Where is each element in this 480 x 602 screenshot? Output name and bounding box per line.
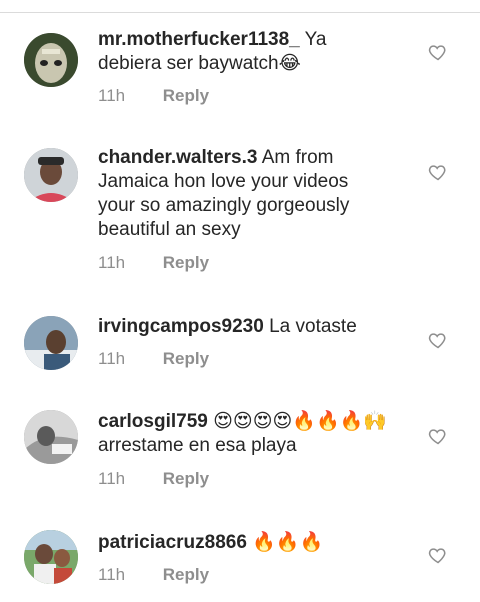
comment-body: patriciacruz8866 🔥🔥🔥: [98, 531, 388, 555]
avatar[interactable]: [24, 316, 78, 370]
comment-meta: 11h Reply: [98, 86, 209, 106]
comment-meta: 11h Reply: [98, 565, 209, 585]
comment-timestamp: 11h: [98, 469, 126, 488]
comment-body: mr.motherfucker1138_ Ya debiera ser bayw…: [98, 28, 388, 76]
avatar[interactable]: [24, 148, 78, 202]
comment-username[interactable]: irvingcampos9230: [98, 316, 264, 337]
reply-button[interactable]: Reply: [163, 349, 209, 368]
comment-timestamp: 11h: [98, 565, 126, 584]
like-heart-icon[interactable]: [428, 545, 448, 565]
comment-username[interactable]: mr.motherfucker1138_: [98, 29, 300, 50]
comment-body: irvingcampos9230 La votaste: [98, 315, 388, 339]
reply-button[interactable]: Reply: [163, 565, 209, 584]
like-heart-icon[interactable]: [428, 426, 448, 446]
comment-meta: 11h Reply: [98, 253, 209, 273]
reply-button[interactable]: Reply: [163, 86, 209, 105]
like-heart-icon[interactable]: [428, 330, 448, 350]
reply-button[interactable]: Reply: [163, 253, 209, 272]
comment-meta: 11h Reply: [98, 349, 209, 369]
avatar[interactable]: [24, 530, 78, 584]
comment-username[interactable]: chander.walters.3: [98, 147, 257, 168]
comment-timestamp: 11h: [98, 349, 126, 368]
avatar[interactable]: [24, 410, 78, 464]
comment-username[interactable]: carlosgil759: [98, 411, 208, 432]
like-heart-icon[interactable]: [428, 42, 448, 62]
comment-text: La votaste: [269, 316, 357, 337]
comment-username[interactable]: patriciacruz8866: [98, 532, 247, 553]
reply-button[interactable]: Reply: [163, 469, 209, 488]
comment-timestamp: 11h: [98, 86, 126, 105]
comment-timestamp: 11h: [98, 253, 126, 272]
avatar[interactable]: [24, 33, 78, 87]
top-divider: [0, 0, 480, 13]
comment-body: carlosgil759 😍😍😍😍🔥🔥🔥🙌arrestame en esa pl…: [98, 410, 388, 458]
comment-meta: 11h Reply: [98, 469, 209, 489]
comment-body: chander.walters.3 Am from Jamaica hon lo…: [98, 146, 388, 242]
comment-text: 🔥🔥🔥: [252, 532, 324, 553]
like-heart-icon[interactable]: [428, 162, 448, 182]
